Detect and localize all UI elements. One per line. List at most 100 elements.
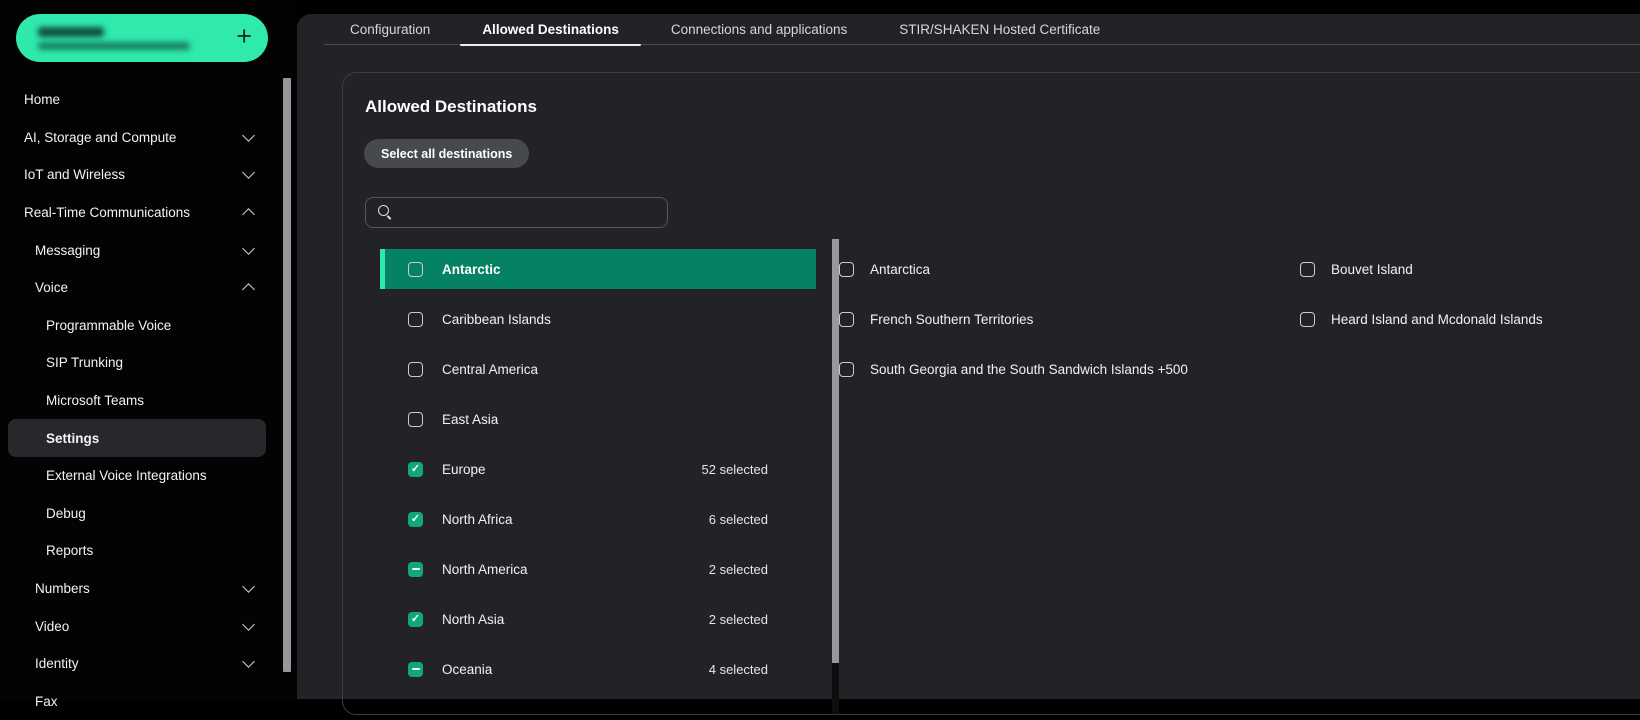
sidebar-item-video[interactable]: Video (0, 607, 297, 645)
sidebar-item-label: Fax (35, 694, 58, 709)
sidebar-item-label: Programmable Voice (46, 318, 171, 333)
sidebar-item-fax[interactable]: Fax (0, 683, 297, 720)
region-row-north-america[interactable]: North America 2 selected (380, 549, 816, 589)
region-label: East Asia (442, 412, 498, 427)
sidebar-item-label: Real-Time Communications (24, 205, 190, 220)
region-checkbox-indeterminate[interactable] (408, 662, 423, 677)
sidebar-item-label: SIP Trunking (46, 355, 123, 370)
country-checkbox[interactable] (839, 312, 854, 327)
sidebar-item-label: Video (35, 619, 69, 634)
allowed-destinations-card: Allowed Destinations Select all destinat… (342, 72, 1640, 715)
tab-bar: Configuration Allowed Destinations Conne… (324, 14, 1640, 45)
region-row-oceania[interactable]: Oceania 4 selected (380, 649, 816, 689)
sidebar-item-messaging[interactable]: Messaging (0, 231, 297, 269)
country-row-south-georgia[interactable]: South Georgia and the South Sandwich Isl… (839, 349, 1291, 389)
chevron-up-icon (242, 208, 255, 221)
region-row-north-asia[interactable]: North Asia 2 selected (380, 599, 816, 639)
tab-configuration[interactable]: Configuration (324, 14, 456, 44)
chevron-down-icon (242, 167, 255, 180)
sidebar-item-label: Settings (46, 431, 99, 446)
tab-allowed-destinations[interactable]: Allowed Destinations (456, 14, 645, 44)
country-row-french-southern-territories[interactable]: French Southern Territories (839, 299, 1291, 339)
region-checkbox[interactable] (408, 312, 423, 327)
country-label: Heard Island and Mcdonald Islands (1331, 312, 1543, 327)
region-count: 52 selected (702, 462, 817, 477)
region-list: Antarctic Caribbean Islands Central Amer… (380, 249, 816, 699)
sidebar-item-iot-wireless[interactable]: IoT and Wireless (0, 156, 297, 194)
add-funds-icon[interactable]: + (236, 23, 252, 50)
region-checkbox-checked[interactable] (408, 462, 423, 477)
select-all-destinations-button[interactable]: Select all destinations (364, 139, 529, 168)
region-row-north-africa[interactable]: North Africa 6 selected (380, 499, 816, 539)
country-row-bouvet-island[interactable]: Bouvet Island (1300, 249, 1640, 289)
sidebar-item-voice[interactable]: Voice (0, 269, 297, 307)
country-label: French Southern Territories (870, 312, 1033, 327)
region-label: Oceania (442, 662, 492, 677)
country-column-1: Antarctica French Southern Territories S… (839, 249, 1291, 399)
balance-pill[interactable]: + (16, 14, 268, 62)
sidebar-item-label: Numbers (35, 581, 90, 596)
sidebar-item-label: Microsoft Teams (46, 393, 144, 408)
tab-connections-and-applications[interactable]: Connections and applications (645, 14, 873, 44)
region-label: North Asia (442, 612, 504, 627)
destination-search[interactable] (365, 197, 668, 228)
sidebar-scrollbar[interactable] (283, 78, 291, 672)
region-row-europe[interactable]: Europe 52 selected (380, 449, 816, 489)
chevron-down-icon (242, 242, 255, 255)
region-label: Caribbean Islands (442, 312, 551, 327)
sidebar-item-sip-trunking[interactable]: SIP Trunking (0, 344, 297, 382)
country-checkbox[interactable] (1300, 262, 1315, 277)
country-row-antarctica[interactable]: Antarctica (839, 249, 1291, 289)
region-row-east-asia[interactable]: East Asia (380, 399, 816, 439)
chevron-down-icon (242, 618, 255, 631)
sidebar-item-external-voice-integrations[interactable]: External Voice Integrations (0, 457, 297, 495)
region-row-caribbean-islands[interactable]: Caribbean Islands (380, 299, 816, 339)
region-list-scrollbar[interactable] (832, 239, 839, 663)
country-checkbox[interactable] (1300, 312, 1315, 327)
redacted-credit-line (38, 42, 190, 50)
region-checkbox-indeterminate[interactable] (408, 562, 423, 577)
search-icon (378, 205, 393, 220)
sidebar-item-home[interactable]: Home (0, 81, 297, 119)
region-list-scrollbar-track (832, 663, 839, 714)
region-count: 6 selected (709, 512, 816, 527)
sidebar-item-label: Voice (35, 280, 68, 295)
sidebar-item-microsoft-teams[interactable]: Microsoft Teams (0, 382, 297, 420)
sidebar-item-numbers[interactable]: Numbers (0, 570, 297, 608)
country-column-2: Bouvet Island Heard Island and Mcdonald … (1300, 249, 1640, 349)
region-checkbox-checked[interactable] (408, 612, 423, 627)
sidebar-item-debug[interactable]: Debug (0, 495, 297, 533)
sidebar-item-ai-storage-compute[interactable]: AI, Storage and Compute (0, 119, 297, 157)
sidebar-item-identity[interactable]: Identity (0, 645, 297, 683)
sidebar-item-label: Debug (46, 506, 86, 521)
country-checkbox[interactable] (839, 262, 854, 277)
region-count: 4 selected (709, 662, 816, 677)
sidebar-item-reports[interactable]: Reports (0, 532, 297, 570)
region-checkbox[interactable] (408, 262, 423, 277)
country-row-heard-island[interactable]: Heard Island and Mcdonald Islands (1300, 299, 1640, 339)
region-label: North America (442, 562, 528, 577)
region-label: Antarctic (442, 262, 501, 277)
country-checkbox[interactable] (839, 362, 854, 377)
redacted-balance-line (38, 27, 104, 37)
sidebar-item-programmable-voice[interactable]: Programmable Voice (0, 307, 297, 345)
region-row-central-america[interactable]: Central America (380, 349, 816, 389)
sidebar-item-settings[interactable]: Settings (8, 419, 266, 457)
sidebar-item-label: IoT and Wireless (24, 167, 125, 182)
search-input[interactable] (401, 205, 657, 220)
region-count: 2 selected (709, 612, 816, 627)
sidebar-item-label: External Voice Integrations (46, 468, 207, 483)
sidebar-item-label: AI, Storage and Compute (24, 130, 176, 145)
chevron-up-icon (242, 283, 255, 296)
region-checkbox-checked[interactable] (408, 512, 423, 527)
sidebar-item-label: Messaging (35, 243, 100, 258)
sidebar: + Home AI, Storage and Compute IoT and W… (0, 0, 297, 699)
region-checkbox[interactable] (408, 412, 423, 427)
region-row-antarctic[interactable]: Antarctic (380, 249, 816, 289)
tab-stir-shaken-hosted-certificate[interactable]: STIR/SHAKEN Hosted Certificate (873, 14, 1126, 44)
chevron-down-icon (242, 580, 255, 593)
sidebar-item-real-time-communications[interactable]: Real-Time Communications (0, 194, 297, 232)
region-checkbox[interactable] (408, 362, 423, 377)
region-label: Europe (442, 462, 486, 477)
main-panel: Configuration Allowed Destinations Conne… (297, 14, 1640, 699)
